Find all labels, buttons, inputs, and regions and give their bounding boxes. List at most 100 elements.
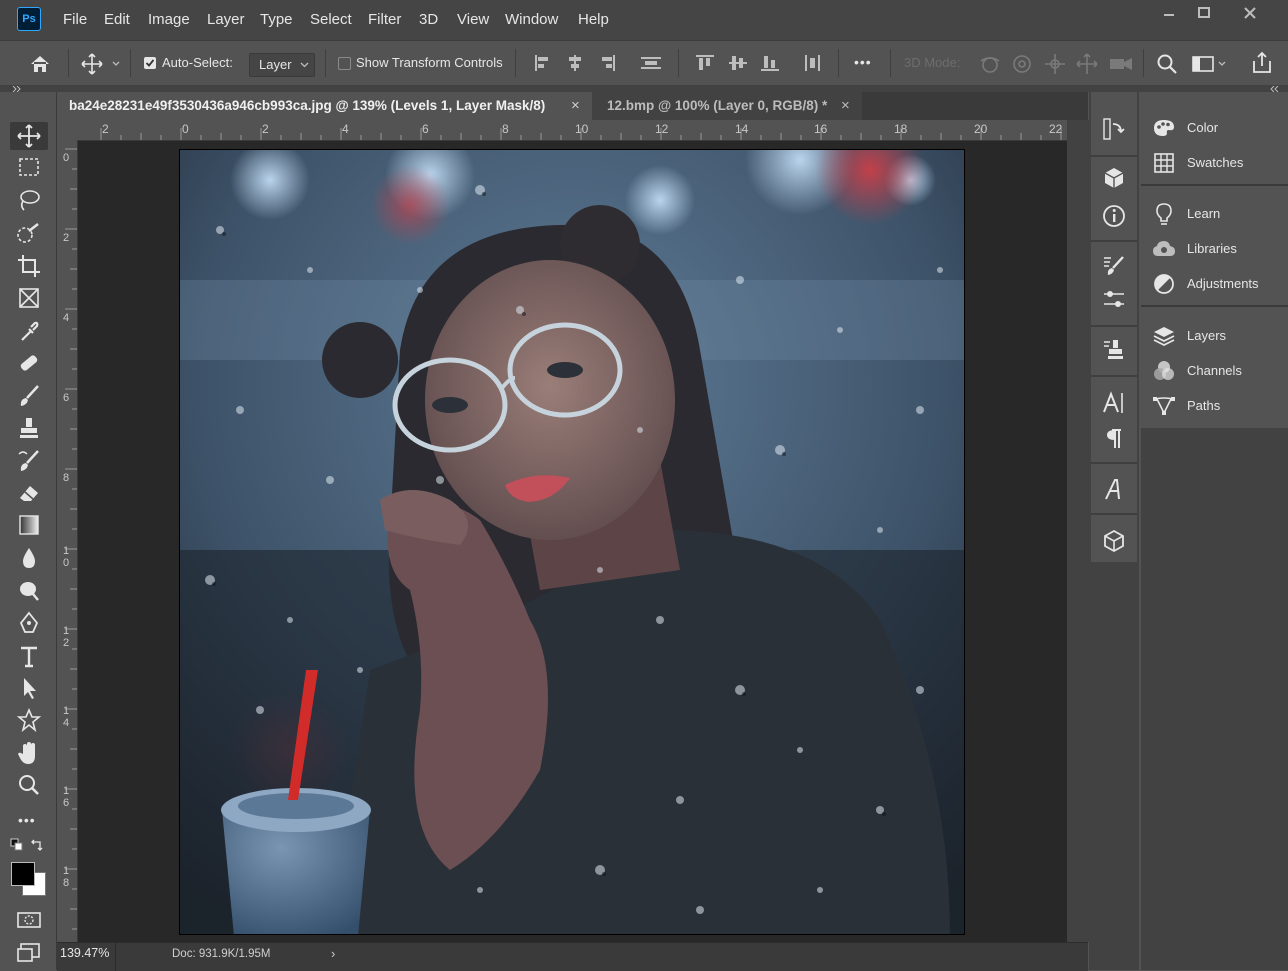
screen-mode-icon[interactable] — [17, 942, 41, 964]
distribute-horizontal-icon[interactable] — [803, 54, 823, 72]
type-tool-icon[interactable] — [14, 643, 44, 671]
info-icon[interactable] — [1101, 203, 1127, 229]
3d-materials-icon[interactable] — [1101, 528, 1127, 554]
more-options-button[interactable]: ••• — [854, 54, 872, 70]
brushes-icon[interactable] — [1101, 288, 1127, 314]
quick-selection-icon[interactable] — [14, 221, 44, 249]
auto-select-target-dropdown[interactable]: Layer — [249, 53, 315, 77]
panel-channels[interactable]: Channels — [1141, 353, 1288, 388]
workspace-icon[interactable] — [1191, 54, 1229, 74]
move-tool-preset-icon[interactable] — [80, 52, 120, 76]
dodge-icon[interactable] — [14, 578, 44, 606]
search-icon[interactable] — [1156, 53, 1178, 75]
eraser-icon[interactable] — [14, 480, 44, 508]
clone-source-icon[interactable] — [1101, 337, 1127, 363]
menu-select[interactable]: Select — [310, 0, 352, 40]
panel-libraries[interactable]: Libraries — [1141, 231, 1288, 266]
3d-orbit-icon[interactable] — [978, 53, 1002, 75]
healing-brush-icon[interactable] — [14, 350, 44, 378]
edit-toolbar-button[interactable]: ••• — [18, 812, 36, 828]
align-right-edges-icon[interactable] — [597, 54, 617, 72]
menu-view[interactable]: View — [457, 0, 489, 40]
paragraph-icon[interactable] — [1101, 426, 1127, 452]
zoom-tool-icon[interactable] — [14, 772, 44, 800]
history-icon[interactable] — [1101, 116, 1127, 142]
quick-mask-icon[interactable] — [17, 910, 41, 930]
document-tab-inactive[interactable]: 12.bmp @ 100% (Layer 0, RGB/8) * × — [592, 92, 862, 120]
close-window-button[interactable] — [1238, 5, 1262, 23]
ruler-label: 2 — [102, 122, 109, 136]
menu-help[interactable]: Help — [578, 0, 609, 40]
3d-roll-icon[interactable] — [1010, 53, 1034, 75]
document-tab-active[interactable]: ba24e28231e49f3530436a946cb993ca.jpg @ 1… — [57, 92, 592, 120]
zoom-level[interactable]: 139.47% — [60, 946, 109, 960]
crop-icon[interactable] — [14, 253, 44, 281]
pen-icon[interactable] — [14, 610, 44, 638]
options-bar: Auto-Select: Layer Show Transform Contro… — [0, 40, 1288, 87]
glyphs-icon[interactable] — [1101, 477, 1127, 503]
history-brush-icon[interactable] — [14, 448, 44, 476]
status-bar: 139.47% Doc: 931.9K/1.95M › — [57, 942, 1088, 971]
foreground-color-swatch[interactable] — [11, 862, 35, 886]
align-horizontal-centers-icon[interactable] — [565, 54, 585, 72]
default-colors-icon[interactable] — [10, 838, 24, 852]
brush-settings-icon[interactable] — [1101, 253, 1127, 279]
ruler-label: 20 — [974, 122, 988, 136]
menu-filter[interactable]: Filter — [368, 0, 401, 40]
share-icon[interactable] — [1250, 51, 1274, 75]
swap-colors-icon[interactable] — [30, 838, 44, 852]
move-tool-icon[interactable] — [14, 123, 44, 151]
3d-panel-icon[interactable] — [1101, 165, 1127, 191]
auto-select-label: Auto-Select: — [162, 55, 233, 70]
align-left-edges-icon[interactable] — [533, 54, 553, 72]
rectangular-marquee-icon[interactable] — [14, 155, 44, 183]
menu-file[interactable]: File — [63, 0, 87, 40]
panel-learn[interactable]: Learn — [1141, 196, 1288, 231]
menu-type[interactable]: Type — [260, 0, 293, 40]
menu-edit[interactable]: Edit — [104, 0, 130, 40]
panel-adjustments[interactable]: Adjustments — [1141, 266, 1288, 301]
ruler-label: 0 — [62, 152, 70, 164]
3d-camera-icon[interactable] — [1108, 53, 1134, 75]
panel-layers[interactable]: Layers — [1141, 318, 1288, 353]
status-menu-arrow[interactable]: › — [331, 946, 335, 961]
panel-paths[interactable]: Paths — [1141, 388, 1288, 423]
ruler-label: 1 2 — [62, 625, 70, 649]
blur-drop-icon[interactable] — [14, 545, 44, 573]
path-selection-icon[interactable] — [14, 675, 44, 703]
align-bottom-edges-icon[interactable] — [760, 54, 780, 72]
menu-layer[interactable]: Layer — [207, 0, 245, 40]
menu-3d[interactable]: 3D — [419, 0, 438, 40]
gradient-icon[interactable] — [14, 512, 44, 540]
panel-swatches[interactable]: Swatches — [1141, 145, 1288, 180]
photoshop-logo[interactable]: Ps — [17, 7, 41, 31]
custom-shape-icon[interactable] — [14, 707, 44, 735]
eyedropper-icon[interactable] — [14, 318, 44, 346]
tab-close-icon[interactable]: × — [571, 92, 580, 120]
frame-tool-icon[interactable] — [14, 285, 44, 313]
brush-icon[interactable] — [14, 383, 44, 411]
home-icon[interactable] — [28, 53, 52, 75]
ruler-label: 4 — [62, 312, 70, 324]
auto-select-checkbox[interactable] — [144, 57, 156, 69]
lasso-icon[interactable] — [14, 188, 44, 216]
document-image[interactable] — [179, 149, 965, 935]
character-icon[interactable] — [1101, 390, 1127, 416]
vertical-scrollbar[interactable] — [1067, 120, 1089, 942]
tab-close-icon[interactable]: × — [841, 92, 850, 120]
show-transform-controls-checkbox[interactable] — [338, 57, 351, 70]
menu-image[interactable]: Image — [148, 0, 190, 40]
3d-pan-icon[interactable] — [1043, 53, 1067, 75]
vertical-ruler[interactable]: 0 2 4 6 8 1 0 1 2 1 4 1 6 1 8 — [57, 140, 78, 942]
distribute-vertical-icon[interactable] — [640, 54, 662, 72]
align-top-edges-icon[interactable] — [695, 54, 715, 72]
align-vertical-centers-icon[interactable] — [728, 54, 748, 72]
restore-button[interactable] — [1192, 5, 1216, 23]
clone-stamp-icon[interactable] — [14, 415, 44, 443]
panel-color[interactable]: Color — [1141, 110, 1288, 145]
hand-tool-icon[interactable] — [14, 740, 44, 768]
3d-slide-icon[interactable] — [1075, 53, 1099, 75]
minimize-button[interactable] — [1157, 5, 1181, 23]
horizontal-ruler[interactable]: 2 0 2 4 6 8 10 12 14 16 18 20 22 — [57, 120, 1067, 141]
menu-window[interactable]: Window — [505, 0, 558, 40]
